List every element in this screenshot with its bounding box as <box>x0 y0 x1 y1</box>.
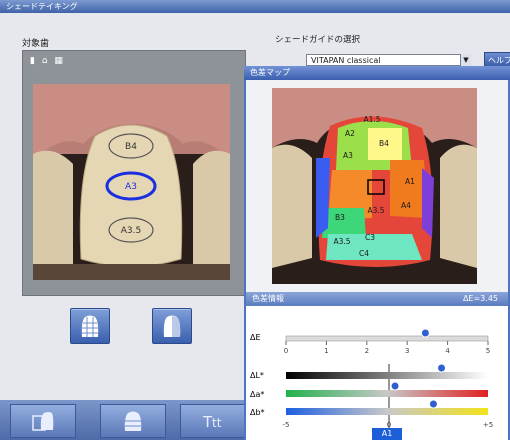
tooth-text-button[interactable]: T tt <box>180 404 246 438</box>
delta-e-tick-label: 2 <box>365 347 369 355</box>
delta-e-tick-label: 5 <box>486 347 490 355</box>
shade-guide-label: シェードガイドの選択 <box>275 35 361 45</box>
map-label-a35-lower: A3.5 <box>333 237 350 246</box>
delta-a-bar <box>286 390 488 397</box>
map-label-a35: A3.5 <box>367 206 384 215</box>
map-label-a4: A4 <box>401 201 411 210</box>
map-label-a15: A1.5 <box>363 115 380 124</box>
text-tool-icon: T tt <box>202 413 222 431</box>
tooth-label-a35: A3.5 <box>121 226 141 236</box>
delta-b-marker <box>428 399 438 409</box>
color-map-title: 色差マップ <box>244 66 510 80</box>
window-title-bar: シェードテイキング <box>0 0 510 13</box>
tooth-label-a3: A3 <box>125 182 137 192</box>
color-info-title: 色差情報 <box>252 294 284 303</box>
map-label-b3: B3 <box>335 213 345 222</box>
delta-e-tick-label: 3 <box>405 347 409 355</box>
chevron-down-icon[interactable]: ▼ <box>460 54 471 66</box>
window-title: シェードテイキング <box>6 2 78 11</box>
tooth-shape-button[interactable] <box>152 308 192 344</box>
delta-e-tick-label: 0 <box>284 347 288 355</box>
shade-guide-select[interactable]: VITAPAN classical <box>306 54 468 66</box>
tooth-grid-button[interactable] <box>70 308 110 344</box>
tooth-shape-icon <box>163 315 181 337</box>
map-label-c3: C3 <box>365 233 375 242</box>
tooth-grid-icon <box>81 315 99 337</box>
delta-e-readout: ΔE=3.45 <box>462 294 498 303</box>
delta-l-bar <box>286 372 488 379</box>
help-button[interactable]: ヘルプ <box>484 52 510 67</box>
delta-l-label: ΔL* <box>250 371 264 380</box>
scale-max-label: +5 <box>483 421 493 429</box>
delta-b-label: Δb* <box>250 408 265 417</box>
copy-tooth-button[interactable] <box>10 404 76 438</box>
photo-mini-icons[interactable]: ▮ ⌂ ▦ <box>30 56 65 66</box>
delta-l-marker <box>437 363 447 373</box>
delta-e-bar <box>285 335 489 342</box>
map-label-b4: B4 <box>379 139 389 148</box>
delta-e-tick-label: 4 <box>445 347 450 355</box>
delta-a-marker <box>390 381 400 391</box>
color-difference-map[interactable]: A1.5 A2 B4 A3 A1 A4 A3.5 B3 C3 C4 A3.5 <box>272 88 477 284</box>
color-difference-graphs: ΔE 012345 ΔL* Δa* Δb* -5 0 +5 <box>250 328 493 430</box>
delta-a-label: Δa* <box>250 390 264 399</box>
tooth-pattern-icon <box>124 411 142 431</box>
color-info-header: 色差情報 ΔE=3.45 <box>246 292 508 306</box>
tooth-pattern-button[interactable] <box>100 404 166 438</box>
selected-shade-badge[interactable]: A1 <box>372 428 402 440</box>
delta-e-axis-label: ΔE <box>250 333 261 342</box>
svg-text:tt: tt <box>212 416 222 430</box>
copy-tooth-icon <box>32 412 54 431</box>
map-label-a2: A2 <box>345 129 355 138</box>
map-label-a3: A3 <box>343 151 353 160</box>
delta-b-bar <box>286 408 488 415</box>
map-label-a1: A1 <box>405 177 415 186</box>
map-label-c4: C4 <box>359 249 369 258</box>
delta-e-tick-label: 1 <box>324 347 328 355</box>
scale-min-label: -5 <box>283 421 290 429</box>
tooth-label-b4: B4 <box>125 142 137 152</box>
delta-e-marker <box>420 328 430 338</box>
tooth-photo[interactable]: B4 A3 A3.5 <box>33 84 230 280</box>
target-tooth-label: 対象歯 <box>22 39 50 49</box>
